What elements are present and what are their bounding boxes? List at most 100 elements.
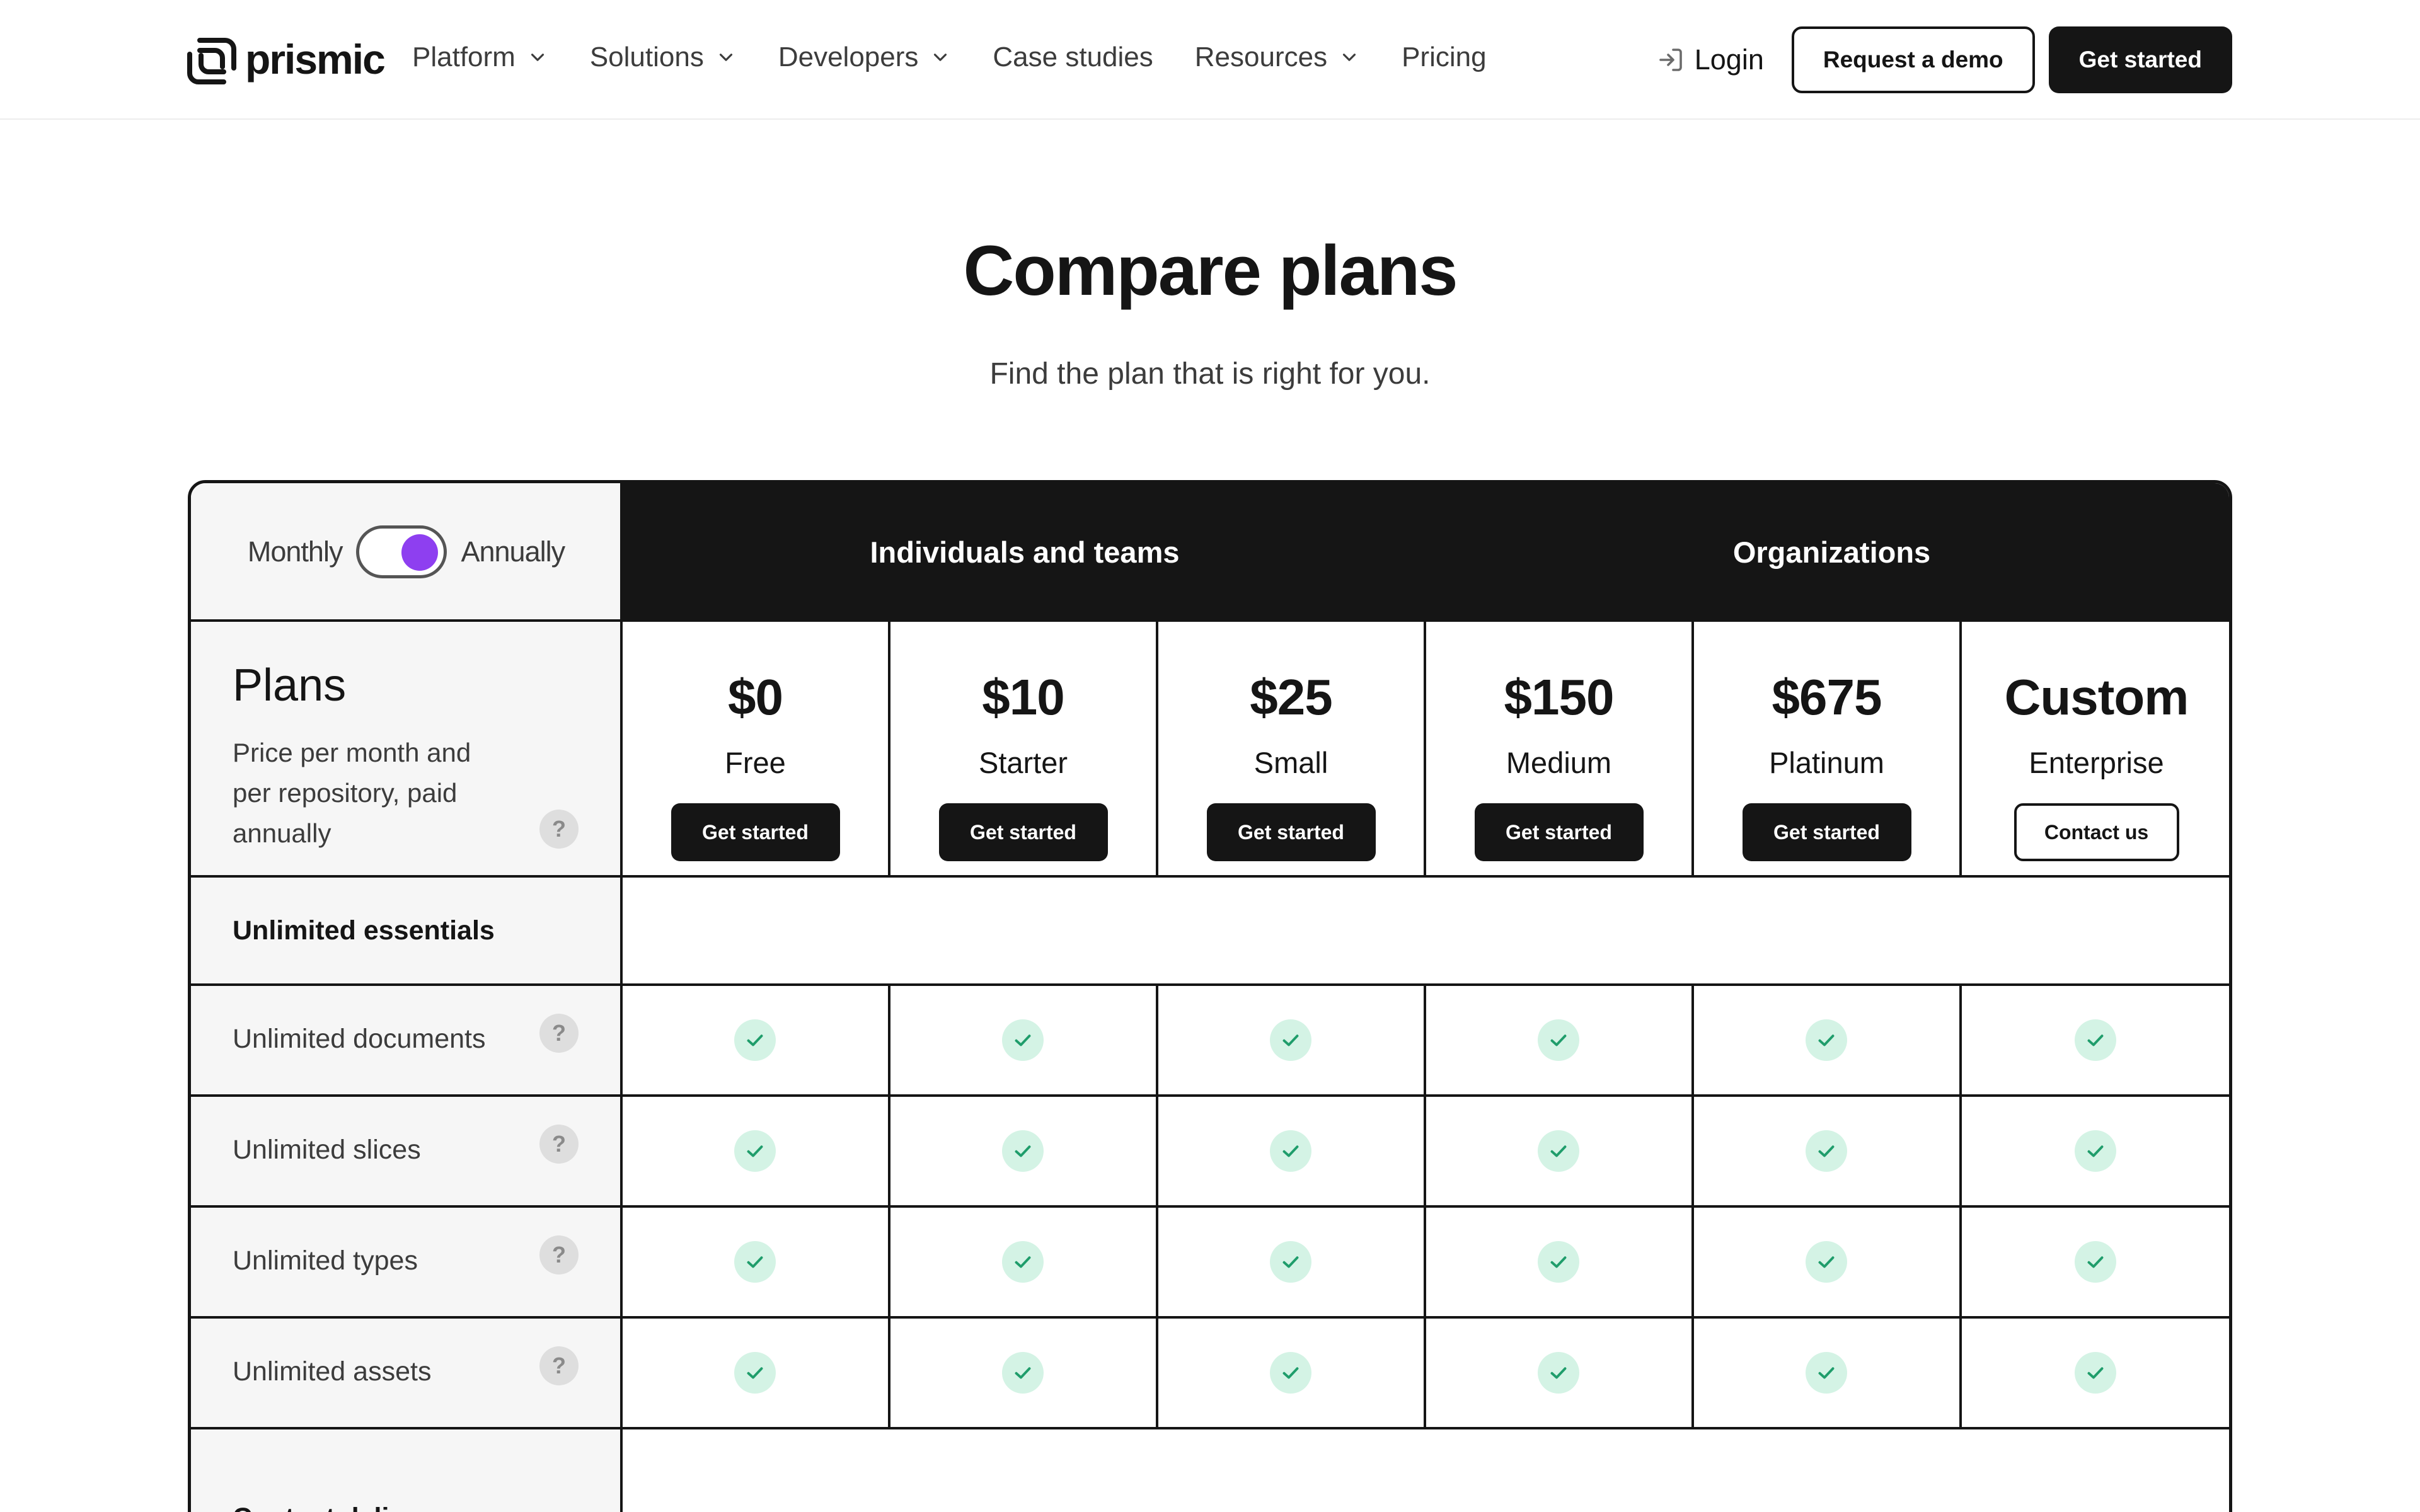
plan-name: Small: [1253, 746, 1328, 779]
plan-medium: $150 Medium Get started: [1425, 621, 1693, 876]
grid-line: [1691, 985, 1694, 1428]
grid-line: [1424, 985, 1426, 1428]
section-header-label-cell: Unlimited essentials: [191, 876, 621, 985]
help-icon[interactable]: ?: [539, 1346, 579, 1385]
get-started-button[interactable]: Get started: [1206, 803, 1376, 861]
grid-line: [191, 875, 2229, 878]
chevron-down-icon: [1343, 54, 1356, 61]
login-label: Login: [1694, 43, 1764, 76]
feature-label: Unlimited slices: [233, 1134, 421, 1165]
top-navigation-bar: prismic Platform Solutions Developers Ca…: [0, 0, 2420, 120]
grid-line: [888, 985, 890, 1428]
plan-price: $150: [1504, 669, 1615, 725]
prismic-logo-icon: [187, 38, 236, 84]
grid-line: [1959, 985, 1962, 1428]
grid-line: [191, 1094, 2229, 1097]
section-title: Unlimited essentials: [233, 915, 495, 946]
check-icon: [734, 1019, 776, 1061]
header-get-started-button[interactable]: Get started: [2048, 26, 2232, 93]
page-subtitle: Find the plan that is right for you.: [989, 357, 1431, 391]
check-icon: [1002, 1130, 1044, 1172]
check-icon: [2075, 1019, 2116, 1061]
chevron-down-icon: [934, 54, 947, 61]
plans-title: Plans: [233, 660, 347, 711]
check-icon: [1002, 1019, 1044, 1061]
check-icon: [734, 1352, 776, 1394]
get-started-button[interactable]: Get started: [1742, 803, 1911, 861]
grid-line: [1691, 621, 1694, 876]
feature-label: Unlimited assets: [233, 1356, 432, 1387]
plan-platinum: $675 Platinum Get started: [1693, 621, 1961, 876]
group-header-organizations: Organizations: [1428, 483, 2229, 621]
prismic-logo[interactable]: prismic: [187, 37, 386, 86]
get-started-button[interactable]: Get started: [671, 803, 840, 861]
check-icon: [1806, 1130, 1847, 1172]
check-icon: [1806, 1241, 1847, 1283]
check-icon: [1270, 1241, 1311, 1283]
plan-price: Custom: [2004, 669, 2189, 725]
switch-knob: [401, 534, 439, 571]
grid-line: [191, 619, 2229, 622]
plan-name: Medium: [1506, 746, 1612, 779]
feature-label: Unlimited documents: [233, 1023, 486, 1054]
plan-free: $0 Free Get started: [621, 621, 889, 876]
check-icon: [1538, 1352, 1579, 1394]
plans-label-cell: Plans Price per month and per repository…: [191, 621, 621, 876]
plan-price: $25: [1250, 669, 1332, 725]
plan-small: $25 Small Get started: [1157, 621, 1425, 876]
grid-line: [1424, 621, 1426, 876]
check-icon: [1002, 1352, 1044, 1394]
get-started-button[interactable]: Get started: [1474, 803, 1644, 861]
grid-line: [191, 1316, 2229, 1319]
help-icon[interactable]: ?: [539, 1235, 579, 1274]
nav-item-developers[interactable]: Developers: [778, 42, 952, 73]
check-icon: [1538, 1019, 1579, 1061]
get-started-button[interactable]: Get started: [938, 803, 1108, 861]
nav-item-pricing[interactable]: Pricing: [1402, 42, 1487, 73]
check-icon: [734, 1241, 776, 1283]
login-icon: [1659, 49, 1682, 71]
contact-us-button[interactable]: Contact us: [2014, 803, 2179, 861]
grid-line: [620, 483, 623, 1512]
nav-item-label: Developers: [778, 42, 919, 72]
plan-price: $0: [728, 669, 783, 725]
nav-item-label: Solutions: [589, 42, 704, 72]
feature-label-cell: Unlimited types ?: [191, 1206, 621, 1317]
group-header-individuals: Individuals and teams: [621, 483, 1428, 621]
help-icon[interactable]: ?: [539, 1125, 579, 1164]
request-demo-button[interactable]: Request a demo: [1791, 26, 2035, 93]
header-actions: Login Request a demo Get started: [1656, 26, 2232, 93]
plan-name: Starter: [978, 746, 1068, 779]
nav-item-platform[interactable]: Platform: [412, 42, 548, 73]
nav-item-case-studies[interactable]: Case studies: [993, 42, 1153, 73]
nav-item-resources[interactable]: Resources: [1195, 42, 1360, 73]
billing-switch[interactable]: [356, 525, 447, 578]
section-title: Content delivery: [233, 1463, 445, 1512]
nav-item-solutions[interactable]: Solutions: [590, 42, 737, 73]
grid-line: [1156, 985, 1158, 1428]
grid-line: [1959, 621, 1962, 876]
feature-label-cell: Unlimited assets ?: [191, 1317, 621, 1428]
plans-description: Price per month and per repository, paid…: [233, 738, 471, 848]
main-nav: Platform Solutions Developers Case studi…: [412, 42, 1528, 73]
plan-name: Free: [725, 746, 786, 779]
feature-label: Unlimited types: [233, 1245, 418, 1276]
nav-item-label: Platform: [412, 42, 516, 72]
login-link[interactable]: Login: [1656, 43, 1764, 76]
billing-annually-label[interactable]: Annually: [461, 536, 565, 568]
nav-item-label: Pricing: [1402, 42, 1487, 72]
help-icon[interactable]: ?: [539, 810, 579, 849]
plan-price: $10: [982, 669, 1064, 725]
chevron-down-icon: [719, 54, 732, 61]
check-icon: [1270, 1130, 1311, 1172]
help-icon[interactable]: ?: [539, 1014, 579, 1053]
grid-line: [1156, 621, 1158, 876]
check-icon: [2075, 1130, 2116, 1172]
billing-toggle: Monthly Annually: [191, 483, 621, 621]
billing-monthly-label[interactable]: Monthly: [248, 536, 343, 568]
check-icon: [1806, 1352, 1847, 1394]
page-title: Compare plans: [963, 231, 1458, 310]
check-icon: [1270, 1352, 1311, 1394]
plan-starter: $10 Starter Get started: [889, 621, 1157, 876]
check-icon: [1002, 1241, 1044, 1283]
